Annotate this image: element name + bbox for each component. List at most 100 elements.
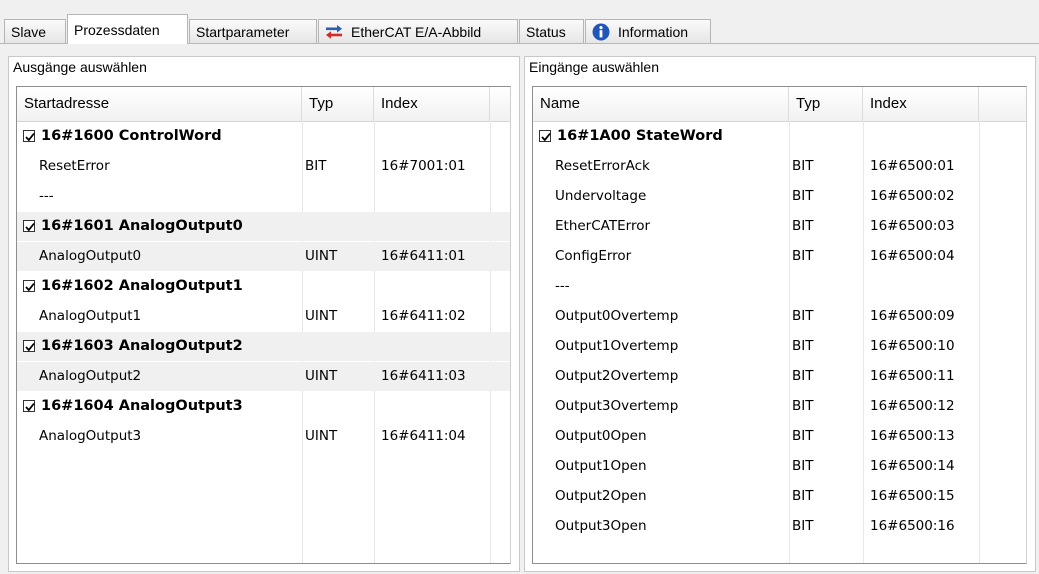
pdo-entry-index: 16#6500:09 <box>870 308 955 324</box>
pdo-entry-row[interactable]: Output1Overtemp BIT 16#6500:10 <box>533 332 1026 361</box>
pdo-entry-row[interactable]: AnalogOutput1 UINT 16#6411:02 <box>17 302 510 331</box>
inputs-grid-header: Name Typ Index <box>533 87 1026 122</box>
pdo-entry-row[interactable]: --- <box>533 272 1026 301</box>
pdo-entry-row[interactable]: Output3Open BIT 16#6500:16 <box>533 512 1026 541</box>
pdo-entry-row[interactable]: Output0Overtemp BIT 16#6500:09 <box>533 302 1026 331</box>
pdo-entry-type: UINT <box>305 308 338 324</box>
pdo-checkbox[interactable] <box>23 130 35 142</box>
pdo-entry-name: Output3Open <box>555 518 647 534</box>
pdo-group-name: 16#1601 AnalogOutput0 <box>41 218 243 234</box>
column-header-startadresse[interactable]: Startadresse <box>17 87 302 121</box>
pdo-checkbox[interactable] <box>23 340 35 352</box>
tab-startparameter[interactable]: Startparameter <box>189 19 317 43</box>
pdo-group-row[interactable]: 16#1603 AnalogOutput2 <box>17 332 510 361</box>
pdo-entry-row[interactable]: Output2Overtemp BIT 16#6500:11 <box>533 362 1026 391</box>
pdo-entry-row[interactable]: Output1Open BIT 16#6500:14 <box>533 452 1026 481</box>
pdo-entry-type: BIT <box>792 188 814 204</box>
pdo-entry-name: Output2Overtemp <box>555 368 679 384</box>
pdo-entry-index: 16#6500:16 <box>870 518 955 534</box>
pdo-entry-index: 16#6500:10 <box>870 338 955 354</box>
tab-prozessdaten[interactable]: Prozessdaten <box>67 14 188 44</box>
pdo-entry-index: 16#6500:04 <box>870 248 955 264</box>
tab-bar: Slave Prozessdaten Startparameter EtherC… <box>0 14 1039 44</box>
pdo-entry-row[interactable]: AnalogOutput2 UINT 16#6411:03 <box>17 362 510 391</box>
tab-ethercat-io-image[interactable]: EtherCAT E/A-Abbild <box>318 19 518 43</box>
outputs-grid[interactable]: Startadresse Typ Index 16#1600 ControlWo… <box>16 86 511 564</box>
pdo-entry-index: 16#6500:03 <box>870 218 955 234</box>
tab-label: Information <box>618 23 689 40</box>
pdo-entry-index: 16#6411:01 <box>381 248 466 264</box>
pdo-entry-name: ConfigError <box>555 248 632 264</box>
column-header-name[interactable]: Name <box>533 87 789 121</box>
tab-label: Status <box>526 23 566 40</box>
pdo-entry-type: BIT <box>792 428 814 444</box>
pdo-entry-row[interactable]: Output3Overtemp BIT 16#6500:12 <box>533 392 1026 421</box>
pdo-entry-row[interactable]: Output2Open BIT 16#6500:15 <box>533 482 1026 511</box>
tab-information[interactable]: Information <box>585 19 711 43</box>
column-header-index[interactable]: Index <box>863 87 979 121</box>
inputs-panel-title: Eingänge auswählen <box>529 59 659 75</box>
pdo-entry-name: Output0Open <box>555 428 647 444</box>
pdo-entry-type: BIT <box>792 308 814 324</box>
pdo-entry-name: --- <box>39 188 54 204</box>
pdo-entry-row[interactable]: AnalogOutput0 UINT 16#6411:01 <box>17 242 510 271</box>
pdo-entry-row[interactable]: ResetError BIT 16#7001:01 <box>17 152 510 181</box>
pdo-entry-name: Output1Open <box>555 458 647 474</box>
pdo-entry-type: BIT <box>792 368 814 384</box>
pdo-entry-name: AnalogOutput3 <box>39 428 142 444</box>
pdo-entry-index: 16#6500:12 <box>870 398 955 414</box>
pdo-entry-type: UINT <box>305 248 338 264</box>
pdo-checkbox[interactable] <box>23 280 35 292</box>
pdo-entry-row[interactable]: --- <box>17 182 510 211</box>
pdo-entry-type: UINT <box>305 368 338 384</box>
pdo-entry-row[interactable]: ResetErrorAck BIT 16#6500:01 <box>533 152 1026 181</box>
pdo-entry-row[interactable]: ConfigError BIT 16#6500:04 <box>533 242 1026 271</box>
pdo-entry-row[interactable]: EtherCATError BIT 16#6500:03 <box>533 212 1026 241</box>
pdo-group-row[interactable]: 16#1A00 StateWord <box>533 122 1026 151</box>
pdo-entry-type: BIT <box>792 458 814 474</box>
pdo-entry-name: AnalogOutput2 <box>39 368 142 384</box>
pdo-entry-name: ResetError <box>39 158 110 174</box>
pdo-entry-name: EtherCATError <box>555 218 651 234</box>
tab-slave[interactable]: Slave <box>4 19 66 43</box>
outputs-panel: Ausgänge auswählen Startadresse Typ Inde… <box>8 56 520 572</box>
pdo-entry-row[interactable]: Output0Open BIT 16#6500:13 <box>533 422 1026 451</box>
inputs-grid[interactable]: Name Typ Index 16#1A00 StateWord ResetErr… <box>532 86 1027 564</box>
pdo-entry-index: 16#6500:15 <box>870 488 955 504</box>
swap-arrows-icon <box>325 24 343 39</box>
pdo-entry-index: 16#6500:01 <box>870 158 955 174</box>
pdo-entry-index: 16#6411:04 <box>381 428 466 444</box>
pdo-entry-name: ResetErrorAck <box>555 158 650 174</box>
pdo-entry-index: 16#6500:11 <box>870 368 955 384</box>
inputs-panel: Eingänge auswählen Name Typ Index 16#1A0… <box>524 56 1036 572</box>
outputs-grid-header: Startadresse Typ Index <box>17 87 510 122</box>
pdo-entry-type: BIT <box>792 398 814 414</box>
pdo-group-row[interactable]: 16#1600 ControlWord <box>17 122 510 151</box>
pdo-group-name: 16#1602 AnalogOutput1 <box>41 278 243 294</box>
pdo-entry-type: BIT <box>792 488 814 504</box>
column-header-typ[interactable]: Typ <box>302 87 374 121</box>
column-header-typ[interactable]: Typ <box>789 87 863 121</box>
info-icon <box>592 23 610 41</box>
pdo-group-row[interactable]: 16#1602 AnalogOutput1 <box>17 272 510 301</box>
pdo-entry-type: BIT <box>792 218 814 234</box>
tab-status[interactable]: Status <box>519 19 584 43</box>
pdo-checkbox[interactable] <box>23 400 35 412</box>
pdo-entry-name: Output2Open <box>555 488 647 504</box>
pdo-entry-row[interactable]: Undervoltage BIT 16#6500:02 <box>533 182 1026 211</box>
pdo-entry-row[interactable]: AnalogOutput3 UINT 16#6411:04 <box>17 422 510 451</box>
pdo-group-row[interactable]: 16#1601 AnalogOutput0 <box>17 212 510 241</box>
column-header-index[interactable]: Index <box>374 87 490 121</box>
tab-label: Slave <box>11 23 47 40</box>
pdo-entry-type: BIT <box>792 338 814 354</box>
pdo-checkbox[interactable] <box>539 130 551 142</box>
pdo-entry-name: AnalogOutput0 <box>39 248 142 264</box>
pdo-checkbox[interactable] <box>23 220 35 232</box>
pdo-group-row[interactable]: 16#1604 AnalogOutput3 <box>17 392 510 421</box>
pdo-entry-name: Output0Overtemp <box>555 308 679 324</box>
pdo-entry-index: 16#6500:14 <box>870 458 955 474</box>
pdo-entry-name: --- <box>555 278 570 294</box>
tab-label: Startparameter <box>196 23 290 40</box>
pdo-group-name: 16#1A00 StateWord <box>557 128 723 144</box>
outputs-panel-title: Ausgänge auswählen <box>13 59 147 75</box>
